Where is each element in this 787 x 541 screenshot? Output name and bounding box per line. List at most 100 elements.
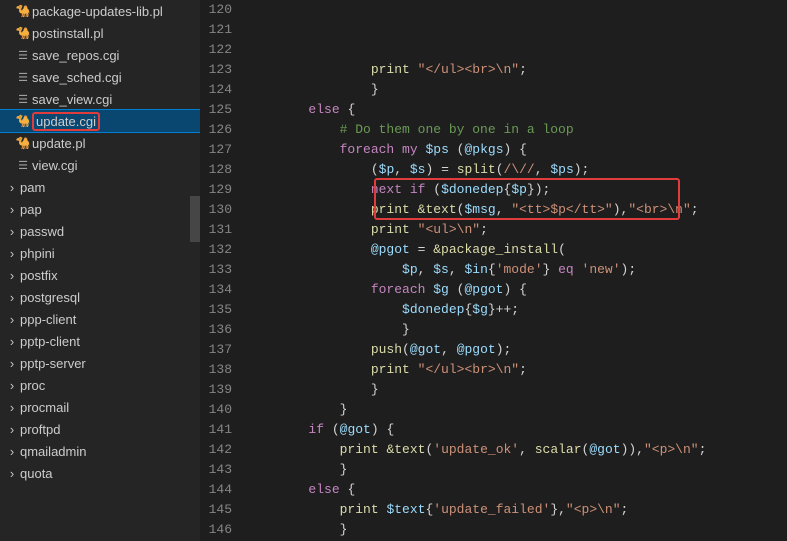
chevron-right-icon: › [4, 224, 20, 239]
code-line-125[interactable]: ($p, $s) = split(/\//, $ps); [246, 160, 787, 180]
folder-label: passwd [20, 224, 64, 239]
perl-camel-icon: 🐪 [14, 26, 32, 40]
file-lines-icon: ☰ [14, 49, 32, 62]
line-number: 123 [200, 60, 232, 80]
folder-label: pptp-server [20, 356, 86, 371]
code-line-136[interactable]: } [246, 380, 787, 400]
code-line-138[interactable]: if (@got) { [246, 420, 787, 440]
folder-item-quota[interactable]: ›quota [0, 462, 200, 484]
chevron-right-icon: › [4, 268, 20, 283]
file-label: save_view.cgi [32, 92, 112, 107]
chevron-right-icon: › [4, 444, 20, 459]
code-line-129[interactable]: @pgot = &package_install( [246, 240, 787, 260]
line-number: 135 [200, 300, 232, 320]
folder-item-pptp-client[interactable]: ›pptp-client [0, 330, 200, 352]
chevron-right-icon: › [4, 422, 20, 437]
folder-label: postgresql [20, 290, 80, 305]
folder-label: pap [20, 202, 42, 217]
code-line-140[interactable]: } [246, 460, 787, 480]
code-editor[interactable]: 1201211221231241251261271281291301311321… [200, 0, 787, 541]
code-line-134[interactable]: push(@got, @pgot); [246, 340, 787, 360]
code-line-120[interactable]: print "</ul><br>\n"; [246, 60, 787, 80]
folder-item-passwd[interactable]: ›passwd [0, 220, 200, 242]
file-label: save_sched.cgi [32, 70, 122, 85]
chevron-right-icon: › [4, 290, 20, 305]
code-line-121[interactable]: } [246, 80, 787, 100]
code-line-128[interactable]: print "<ul>\n"; [246, 220, 787, 240]
code-line-127[interactable]: print &text($msg, "<tt>$p</tt>"),"<br>\n… [246, 200, 787, 220]
file-item-package-updates-lib-pl[interactable]: 🐪package-updates-lib.pl [0, 0, 200, 22]
folder-label: ppp-client [20, 312, 76, 327]
code-line-139[interactable]: print &text('update_ok', scalar(@got)),"… [246, 440, 787, 460]
chevron-right-icon: › [4, 202, 20, 217]
file-lines-icon: ☰ [14, 93, 32, 106]
code-line-142[interactable]: print $text{'update_failed'},"<p>\n"; [246, 500, 787, 520]
folder-item-proc[interactable]: ›proc [0, 374, 200, 396]
line-number: 124 [200, 80, 232, 100]
line-number: 144 [200, 480, 232, 500]
folder-label: pptp-client [20, 334, 80, 349]
line-number: 132 [200, 240, 232, 260]
line-number: 137 [200, 340, 232, 360]
line-number: 140 [200, 400, 232, 420]
folder-item-qmailadmin[interactable]: ›qmailadmin [0, 440, 200, 462]
chevron-right-icon: › [4, 356, 20, 371]
file-item-view-cgi[interactable]: ☰view.cgi [0, 154, 200, 176]
code-line-143[interactable]: } [246, 520, 787, 540]
file-item-postinstall-pl[interactable]: 🐪postinstall.pl [0, 22, 200, 44]
chevron-right-icon: › [4, 378, 20, 393]
file-item-save-view-cgi[interactable]: ☰save_view.cgi [0, 88, 200, 110]
perl-camel-icon: 🐪 [14, 136, 32, 150]
line-number: 126 [200, 120, 232, 140]
folder-item-ppp-client[interactable]: ›ppp-client [0, 308, 200, 330]
code-line-137[interactable]: } [246, 400, 787, 420]
file-item-update-pl[interactable]: 🐪update.pl [0, 132, 200, 154]
line-number: 136 [200, 320, 232, 340]
file-item-update-cgi[interactable]: 🐪update.cgi [0, 110, 200, 132]
line-number: 141 [200, 420, 232, 440]
line-number: 133 [200, 260, 232, 280]
code-line-135[interactable]: print "</ul><br>\n"; [246, 360, 787, 380]
folder-item-pap[interactable]: ›pap [0, 198, 200, 220]
code-line-133[interactable]: } [246, 320, 787, 340]
folder-item-phpini[interactable]: ›phpini [0, 242, 200, 264]
line-number: 128 [200, 160, 232, 180]
code-area[interactable]: print "</ul><br>\n"; } else { # Do them … [246, 0, 787, 541]
code-line-124[interactable]: foreach my $ps (@pkgs) { [246, 140, 787, 160]
file-label: package-updates-lib.pl [32, 4, 163, 19]
code-line-123[interactable]: # Do them one by one in a loop [246, 120, 787, 140]
folder-label: phpini [20, 246, 55, 261]
file-label: update.pl [32, 136, 86, 151]
chevron-right-icon: › [4, 400, 20, 415]
folder-label: quota [20, 466, 53, 481]
line-number: 129 [200, 180, 232, 200]
folder-label: procmail [20, 400, 69, 415]
code-line-132[interactable]: $donedep{$g}++; [246, 300, 787, 320]
folder-item-postfix[interactable]: ›postfix [0, 264, 200, 286]
line-number: 142 [200, 440, 232, 460]
line-number: 134 [200, 280, 232, 300]
code-line-122[interactable]: else { [246, 100, 787, 120]
folder-item-proftpd[interactable]: ›proftpd [0, 418, 200, 440]
code-line-130[interactable]: $p, $s, $in{'mode'} eq 'new'); [246, 260, 787, 280]
chevron-right-icon: › [4, 334, 20, 349]
chevron-right-icon: › [4, 466, 20, 481]
file-item-save-repos-cgi[interactable]: ☰save_repos.cgi [0, 44, 200, 66]
file-explorer[interactable]: 🐪package-updates-lib.pl🐪postinstall.pl☰s… [0, 0, 200, 541]
scrollbar-thumb[interactable] [190, 196, 200, 242]
line-number: 131 [200, 220, 232, 240]
file-lines-icon: ☰ [14, 71, 32, 84]
folder-label: pam [20, 180, 45, 195]
folder-item-pptp-server[interactable]: ›pptp-server [0, 352, 200, 374]
chevron-right-icon: › [4, 180, 20, 195]
line-number: 125 [200, 100, 232, 120]
code-line-126[interactable]: next if ($donedep{$p}); [246, 180, 787, 200]
file-item-save-sched-cgi[interactable]: ☰save_sched.cgi [0, 66, 200, 88]
folder-item-postgresql[interactable]: ›postgresql [0, 286, 200, 308]
folder-label: qmailadmin [20, 444, 86, 459]
perl-camel-icon: 🐪 [14, 114, 32, 128]
code-line-131[interactable]: foreach $g (@pgot) { [246, 280, 787, 300]
folder-item-procmail[interactable]: ›procmail [0, 396, 200, 418]
folder-item-pam[interactable]: ›pam [0, 176, 200, 198]
code-line-141[interactable]: else { [246, 480, 787, 500]
